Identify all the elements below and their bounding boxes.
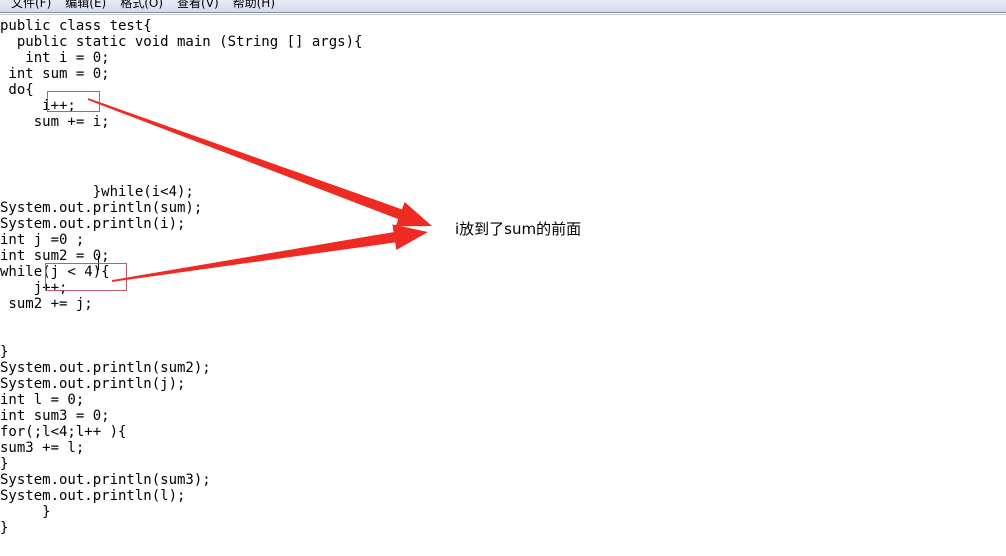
code-line: int j =0 ; [0,232,85,248]
code-line: j++; [0,280,68,296]
code-line: System.out.println(sum); [0,200,203,216]
code-line: System.out.println(sum3); [0,472,211,488]
code-line: i++; [0,98,76,114]
code-line: } [0,344,9,360]
code-line: sum += i; [0,114,110,130]
code-line: public static void main (String [] args)… [0,34,363,50]
code-line: } [0,520,9,536]
code-line: }while(i<4); [0,184,194,200]
code-line: do{ [0,82,34,98]
code-line: public class test{ [0,18,152,34]
code-line: System.out.println(j); [0,376,186,392]
annotation-note: i放到了sum的前面 [455,220,582,238]
code-line: System.out.println(i); [0,216,186,232]
code-line: int sum = 0; [0,66,110,82]
menu-item-help[interactable]: 帮助(H) [226,0,282,10]
menu-item-format[interactable]: 格式(O) [113,0,170,10]
code-line: int i = 0; [0,50,110,66]
code-line: int sum2 = 0; [0,248,110,264]
code-line: } [0,504,51,520]
code-line: } [0,456,9,472]
text-caret [98,256,99,270]
code-line: for(;l<4;l++ ){ [0,424,127,440]
menu-bar-separator [0,13,1006,15]
code-line: sum3 += l; [0,440,85,456]
code-line: while(j < 4){ [0,264,110,280]
menu-item-file[interactable]: 文件(F) [4,0,58,10]
menu-bar: 文件(F) 编辑(E) 格式(O) 查看(V) 帮助(H) [0,0,1006,13]
code-line: int sum3 = 0; [0,408,110,424]
code-line: System.out.println(l); [0,488,186,504]
menu-item-edit[interactable]: 编辑(E) [58,0,113,10]
code-line: int l = 0; [0,392,85,408]
code-line: System.out.println(sum2); [0,360,211,376]
text-editor-area[interactable]: public class test{ public static void ma… [0,16,1006,556]
code-line: sum2 += j; [0,296,93,312]
menu-item-view[interactable]: 查看(V) [170,0,226,10]
